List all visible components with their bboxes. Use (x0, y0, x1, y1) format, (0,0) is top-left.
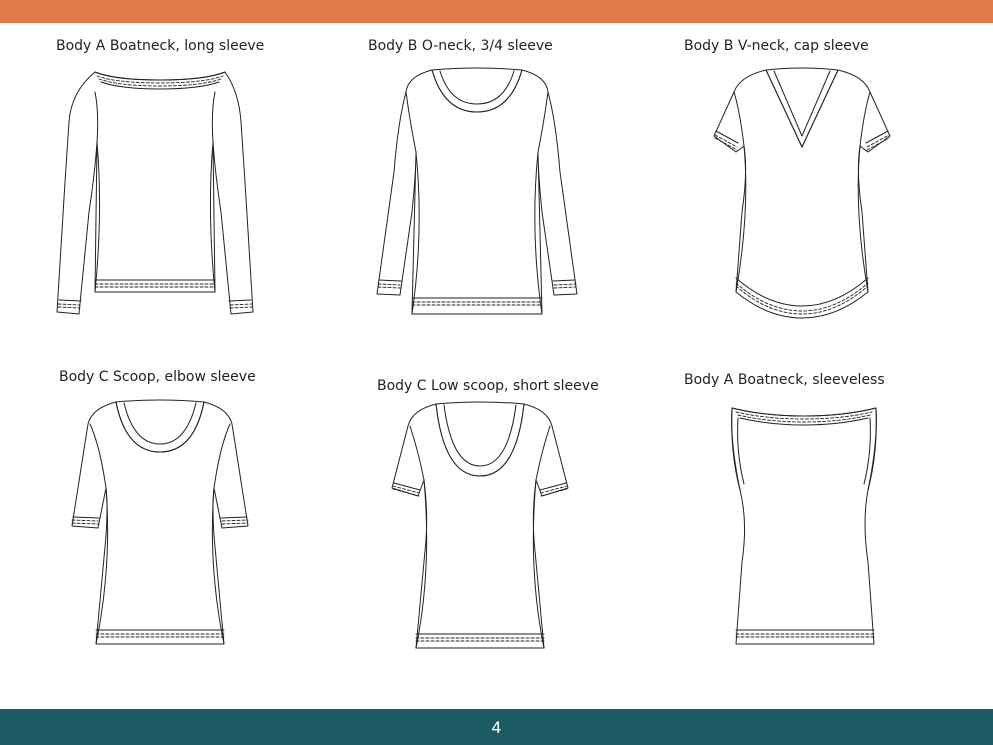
sleeveless-boatneck-top-icon (724, 402, 884, 648)
top-accent-bar (0, 0, 993, 23)
garment-label-2: Body B O-neck, 3/4 sleeve (368, 38, 553, 54)
garment-label-4: Body C Scoop, elbow sleeve (59, 369, 256, 385)
footer-bar: 4 (0, 709, 993, 745)
cap-sleeve-vneck-top-icon (706, 62, 896, 322)
garment-label-6: Body A Boatneck, sleeveless (684, 372, 885, 388)
elbow-sleeve-scoop-top-icon (68, 396, 253, 648)
garment-label-3: Body B V-neck, cap sleeve (684, 38, 869, 54)
long-sleeve-boatneck-top-icon (55, 62, 265, 320)
page-number: 4 (491, 717, 502, 737)
garment-label-5: Body C Low scoop, short sleeve (377, 378, 599, 394)
three-quarter-sleeve-oneck-top-icon (370, 62, 585, 320)
garment-label-1: Body A Boatneck, long sleeve (56, 38, 265, 54)
short-sleeve-low-scoop-top-icon (388, 400, 573, 652)
